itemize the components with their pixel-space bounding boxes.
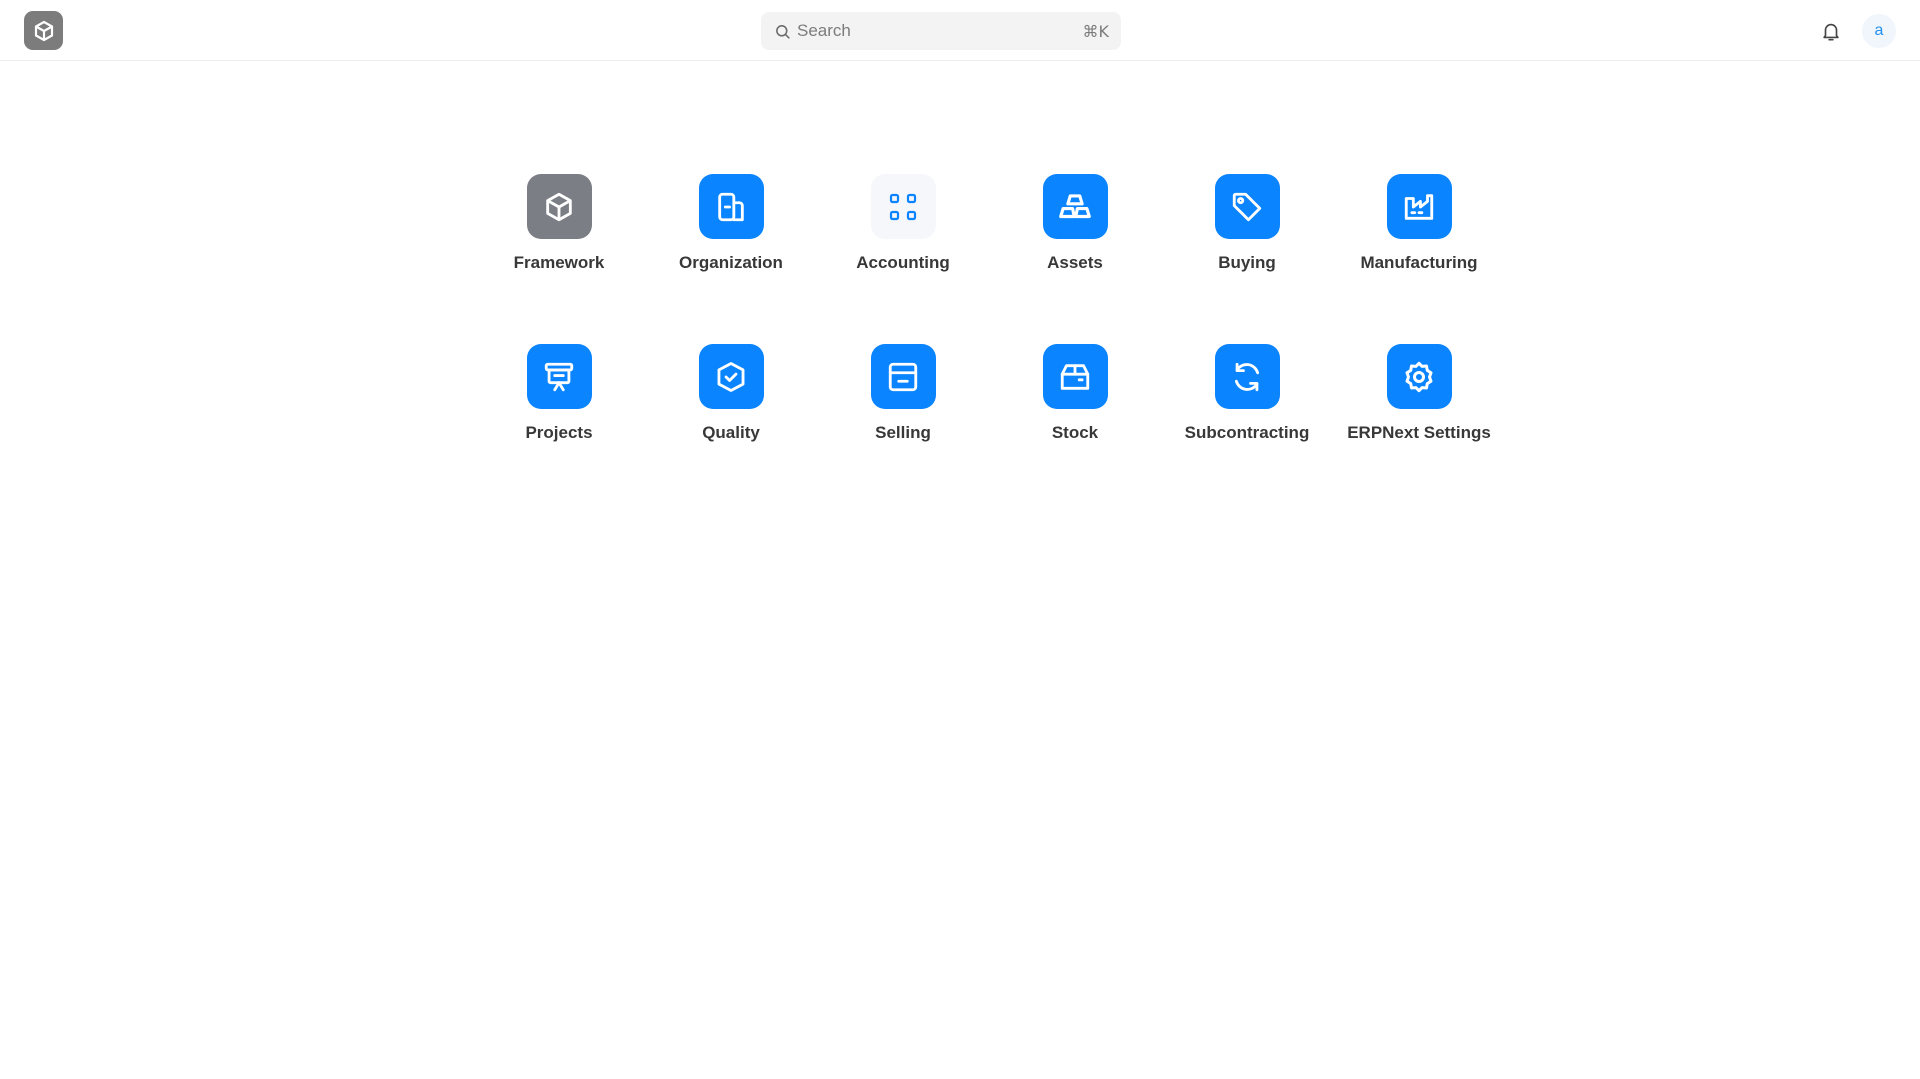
app-icon-tile [1386, 174, 1452, 239]
grid-dots-icon [889, 193, 917, 220]
bell-icon [1823, 23, 1839, 41]
box-icon [1060, 363, 1090, 390]
cube-icon [546, 192, 572, 221]
app-logo-button[interactable] [24, 11, 63, 50]
store-icon [888, 362, 918, 391]
app-framework[interactable]: Framework [473, 174, 645, 344]
app-selling[interactable]: Selling [817, 344, 989, 514]
app-icon-tile [1214, 344, 1280, 409]
app-assets[interactable]: Assets [989, 174, 1161, 344]
app-icon-tile [526, 174, 592, 239]
search-icon [773, 22, 791, 40]
user-avatar[interactable]: a [1862, 14, 1896, 48]
app-icon-tile [870, 344, 936, 409]
app-label: Organization [679, 253, 783, 272]
top-bar: Search ⌘K a [0, 0, 1920, 61]
app-icon-tile [698, 344, 764, 409]
search-placeholder: Search [797, 21, 851, 40]
app-accounting[interactable]: Accounting [817, 174, 989, 344]
search-shortcut: ⌘K [1082, 21, 1110, 41]
search-bar[interactable]: Search ⌘K [761, 12, 1121, 50]
refresh-icon [1234, 362, 1260, 391]
app-manufacturing[interactable]: Manufacturing [1333, 174, 1505, 344]
blocks-icon [1059, 193, 1091, 218]
apps-grid: Framework Organization Accounting Assets… [473, 174, 1505, 514]
app-icon-tile [1042, 174, 1108, 239]
app-icon-tile [1214, 174, 1280, 239]
app-label: Quality [702, 423, 760, 442]
presentation-icon [544, 362, 574, 391]
app-projects[interactable]: Projects [473, 344, 645, 514]
app-icon-tile [698, 174, 764, 239]
app-label: Subcontracting [1184, 423, 1310, 442]
app-label: ERPNext Settings [1347, 423, 1491, 442]
app-buying[interactable]: Buying [1161, 174, 1333, 344]
app-label: Selling [875, 423, 931, 442]
app-stock[interactable]: Stock [989, 344, 1161, 514]
shield-check-icon [717, 361, 745, 392]
app-icon-tile [526, 344, 592, 409]
app-label: Accounting [856, 253, 950, 272]
cube-icon [34, 20, 53, 41]
app-icon-tile [1386, 344, 1452, 409]
app-label: Framework [513, 253, 605, 272]
app-subcontracting[interactable]: Subcontracting [1161, 344, 1333, 514]
app-label: Buying [1218, 253, 1276, 272]
notifications-button[interactable] [1818, 18, 1844, 44]
app-label: Stock [1051, 423, 1099, 442]
app-quality[interactable]: Quality [645, 344, 817, 514]
app-icon-tile [870, 174, 936, 239]
building-icon [718, 192, 744, 221]
app-label: Assets [1047, 253, 1103, 272]
app-organization[interactable]: Organization [645, 174, 817, 344]
app-label: Projects [525, 423, 593, 442]
app-erpnext-settings[interactable]: ERPNext Settings [1333, 344, 1505, 514]
gear-icon [1405, 361, 1433, 392]
app-icon-tile [1042, 344, 1108, 409]
tag-icon [1232, 192, 1262, 221]
app-label: Manufacturing [1360, 253, 1478, 272]
factory-icon [1404, 193, 1434, 220]
